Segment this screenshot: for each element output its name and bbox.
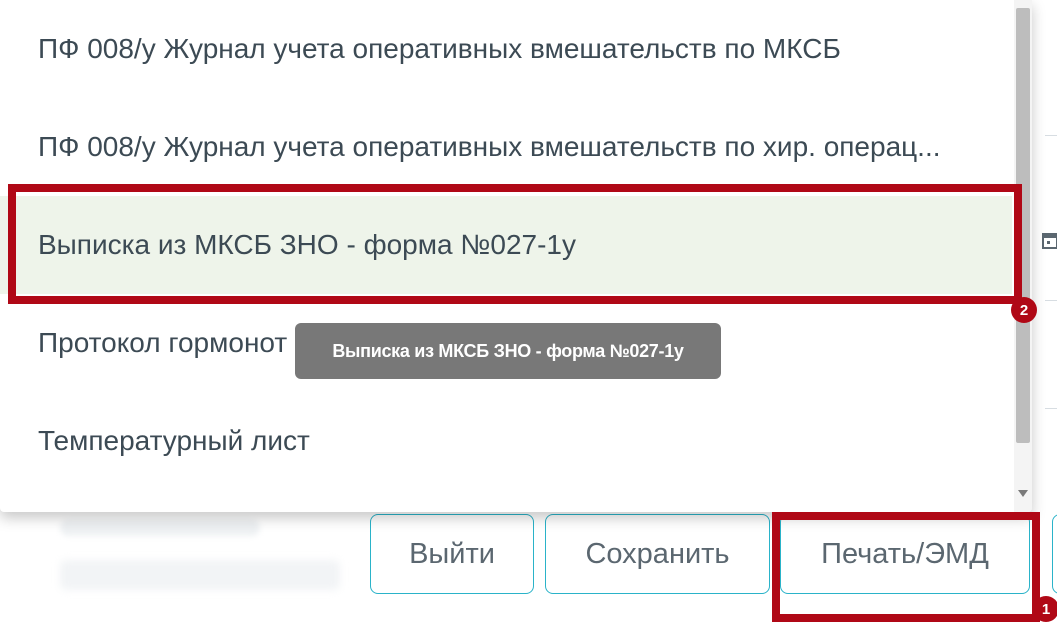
highlight-box-2 [8,184,1022,304]
step-badge-1: 1 [1033,596,1057,622]
calendar-icon[interactable] [1040,229,1057,251]
menu-item-label: ПФ 008/у Журнал учета оперативных вмешат… [38,131,941,162]
field-border [1045,408,1057,409]
field-border [1045,135,1057,136]
blurred-text [60,520,260,536]
save-button[interactable]: Сохранить [545,514,770,594]
menu-item-label: ПФ 008/у Журнал учета оперативных вмешат… [38,33,841,64]
menu-item-label: Протокол гормонот [38,327,288,358]
blurred-text [60,560,340,590]
scroll-down-arrow-icon[interactable] [1018,490,1028,497]
step-badge-2: 2 [1011,297,1037,323]
menu-item[interactable]: ПФ 008/у Журнал учета оперативных вмешат… [0,0,1012,98]
extra-button[interactable] [1052,514,1057,594]
exit-button[interactable]: Выйти [370,514,534,594]
tooltip: Выписка из МКСБ ЗНО - форма №027-1у [295,323,721,379]
highlight-box-1 [772,512,1040,622]
menu-item-label: Температурный лист [38,425,310,456]
field-border [1045,300,1057,301]
menu-item[interactable]: Температурный лист [0,392,1012,490]
menu-item[interactable]: ПФ 008/у Журнал учета оперативных вмешат… [0,98,1012,196]
